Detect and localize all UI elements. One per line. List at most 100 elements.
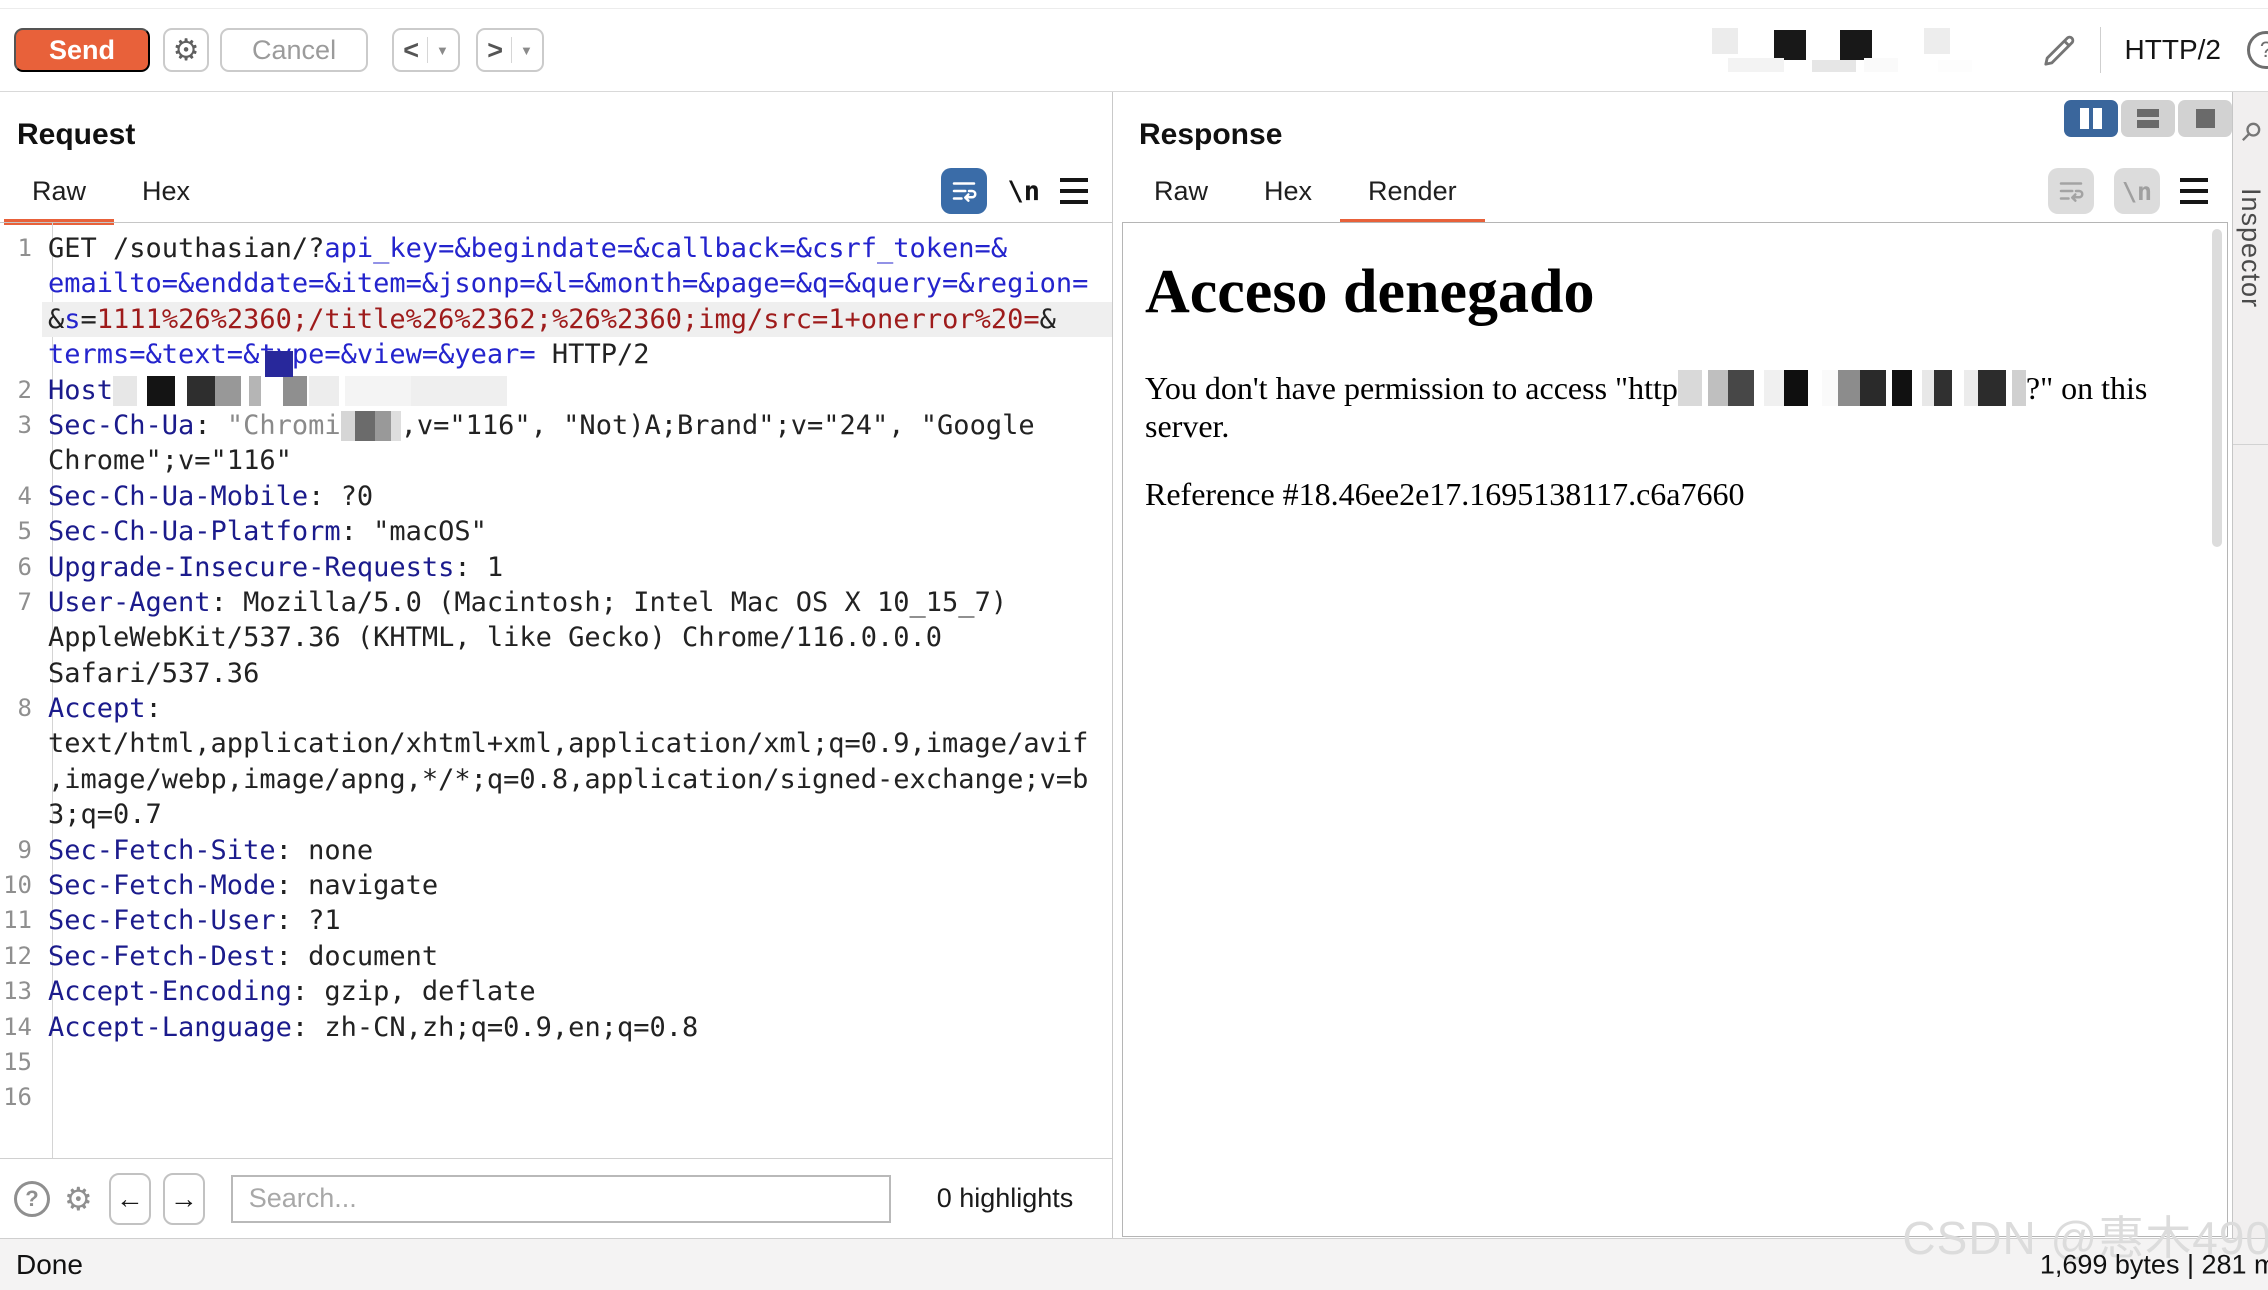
line-number: 12 [0,939,42,974]
redacted-block [1938,60,1972,72]
code-segment: HTTP/2 [536,339,650,370]
redacted-block [1864,58,1898,72]
request-line[interactable]: 3Sec-Ch-Ua: "Chromi,v="116", "Not)A;Bran… [0,408,1112,443]
request-editor-tools: \n [941,168,1088,214]
code-segment: Sec-Fetch-Mode [48,870,276,901]
response-scrollbar-thumb[interactable] [2212,229,2222,547]
back-dropdown-caret-icon[interactable]: ▼ [436,43,449,58]
code-segment: emailto=&enddate=&item=&jsonp=&l=&month=… [48,268,1088,299]
request-menu-icon[interactable] [1060,178,1088,204]
tab-request-hex[interactable]: Hex [114,166,218,225]
line-number: 16 [0,1080,42,1115]
code-segment: : zh-CN,zh;q=0.9,en;q=0.8 [292,1012,698,1043]
redacted-block [1924,28,1950,54]
request-line[interactable]: AppleWebKit/537.36 (KHTML, like Gecko) C… [0,620,1112,655]
line-number: 3 [0,408,42,443]
redacted-block [1812,60,1856,72]
request-line[interactable]: Chrome";v="116" [0,443,1112,478]
code-segment: : "macOS" [341,516,487,547]
layout-rows-button[interactable] [2121,100,2175,137]
request-line[interactable]: 9Sec-Fetch-Site: none [0,833,1112,868]
word-wrap-toggle-disabled[interactable] [2048,168,2094,214]
code-segment: Chrome";v="116" [48,445,292,476]
layout-single-button[interactable] [2178,100,2232,137]
forward-dropdown-caret-icon[interactable]: ▼ [520,43,533,58]
send-button[interactable]: Send [14,28,150,72]
line-number: 4 [0,479,42,514]
request-line[interactable]: 8Accept: [0,691,1112,726]
tab-request-raw[interactable]: Raw [4,166,114,225]
request-line[interactable]: 7User-Agent: Mozilla/5.0 (Macintosh; Int… [0,585,1112,620]
request-line[interactable]: ,image/webp,image/apng,*/*;q=0.8,applica… [0,762,1112,797]
search-input[interactable] [231,1175,891,1223]
forward-button[interactable]: > ▼ [476,28,544,72]
tab-response-raw[interactable]: Raw [1126,166,1236,225]
layout-columns-button[interactable] [2064,100,2118,137]
word-wrap-icon [949,176,979,206]
request-line[interactable]: 6Upgrade-Insecure-Requests: 1 [0,550,1112,585]
rendered-heading: Acceso denegado [1145,257,2203,328]
code-segment: User-Agent [48,587,211,618]
send-settings-button[interactable]: ⚙ [163,28,209,72]
request-editor[interactable]: 1GET /southasian/?api_key=&begindate=&ca… [0,222,1112,1158]
protocol-selector[interactable]: HTTP/2 [2125,34,2221,66]
redacted-artifact [265,351,293,377]
redacted-block [1774,30,1806,60]
line-number: 8 [0,691,42,726]
help-icon[interactable]: ? [2247,31,2268,69]
redacted-block [1840,30,1872,60]
rows-icon [2137,109,2159,128]
line-number: 2 [0,373,42,408]
request-line[interactable]: text/html,application/xhtml+xml,applicat… [0,726,1112,761]
inspector-collapsed-tab[interactable]: Inspector [2232,92,2268,1238]
back-button[interactable]: < ▼ [392,28,460,72]
status-bar: Done 1,699 bytes | 281 millis [0,1238,2268,1290]
request-line[interactable]: 14Accept-Language: zh-CN,zh;q=0.9,en;q=0… [0,1010,1112,1045]
request-line[interactable]: Safari/537.36 [0,656,1112,691]
request-line[interactable]: 13Accept-Encoding: gzip, deflate [0,974,1112,1009]
line-number: 15 [0,1045,42,1080]
request-line[interactable]: &s=1111%26%2360;/title%26%2362;%26%2360;… [0,302,1112,337]
request-line[interactable]: 15 [0,1045,1112,1080]
code-segment: Upgrade-Insecure-Requests [48,552,454,583]
request-line[interactable]: terms=&text=&type=&view=&year= HTTP/2 [0,337,1112,372]
request-line[interactable]: 1GET /southasian/?api_key=&begindate=&ca… [0,231,1112,266]
request-line[interactable]: emailto=&enddate=&item=&jsonp=&l=&month=… [0,266,1112,301]
previous-match-button[interactable]: ← [109,1173,151,1225]
show-newlines-toggle-disabled[interactable]: \n [2114,168,2160,214]
toolbar-right-cluster: HTTP/2 ? [1694,9,2268,91]
tab-response-render[interactable]: Render [1340,166,1485,225]
request-line[interactable]: 11Sec-Fetch-User: ?1 [0,903,1112,938]
line-number: 7 [0,585,42,620]
inspector-divider [2233,444,2268,445]
word-wrap-icon [2056,176,2086,206]
search-help-icon[interactable]: ? [14,1181,50,1217]
code-segment: Accept [48,693,146,724]
code-segment: : ?0 [308,481,373,512]
code-segment: Sec-Ch-Ua [48,410,194,441]
request-line[interactable]: 3;q=0.7 [0,797,1112,832]
edit-pencil-icon[interactable] [2040,30,2080,70]
line-number: 1 [0,231,42,266]
line-number [0,620,42,655]
layout-toggles [2064,100,2232,137]
line-number [0,302,42,337]
show-newlines-toggle[interactable]: \n [1007,176,1040,207]
word-wrap-toggle[interactable] [941,168,987,214]
request-line[interactable]: 12Sec-Fetch-Dest: document [0,939,1112,974]
response-menu-icon[interactable] [2180,178,2208,204]
response-panel: Response Raw Hex Render \n Acceso denega… [1122,92,2230,1238]
request-line[interactable]: 4Sec-Ch-Ua-Mobile: ?0 [0,479,1112,514]
tab-response-hex[interactable]: Hex [1236,166,1340,225]
request-line[interactable]: 10Sec-Fetch-Mode: navigate [0,868,1112,903]
cancel-button[interactable]: Cancel [220,28,368,72]
next-match-button[interactable]: → [163,1173,205,1225]
code-segment: Sec-Fetch-User [48,905,276,936]
request-line[interactable]: 2Host [0,373,1112,408]
request-line[interactable]: 16 [0,1080,1112,1115]
request-code: 1GET /southasian/?api_key=&begindate=&ca… [0,223,1112,1158]
request-line[interactable]: 5Sec-Ch-Ua-Platform: "macOS" [0,514,1112,549]
search-settings-gear-icon[interactable]: ⚙ [64,1180,93,1218]
line-number: 10 [0,868,42,903]
line-number: 5 [0,514,42,549]
